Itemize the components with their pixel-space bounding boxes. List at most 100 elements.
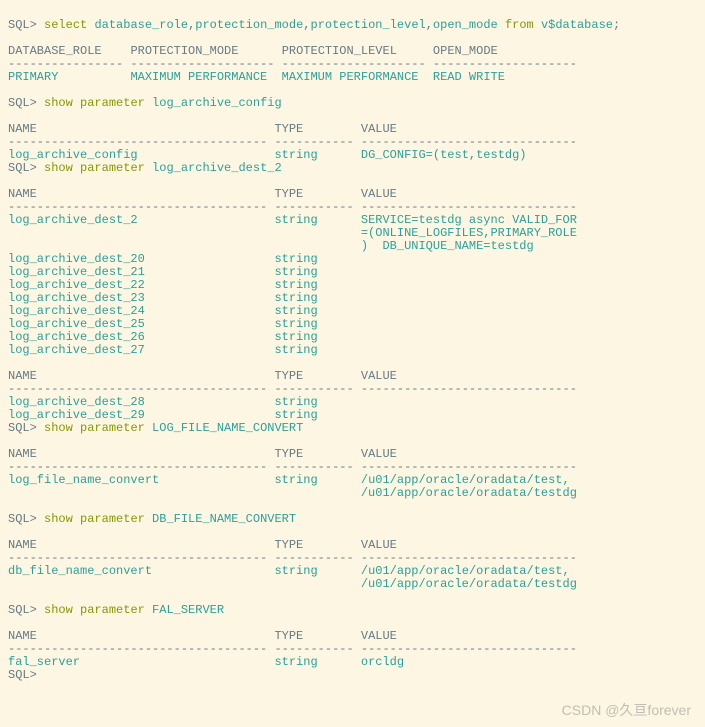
sql-keyword: show — [44, 421, 73, 435]
dash: ----------- — [274, 460, 360, 474]
dash: ----------- — [274, 642, 360, 656]
col-header: TYPE — [274, 538, 360, 552]
sql-keyword: parameter — [80, 512, 145, 526]
col: database_role — [94, 18, 188, 32]
dash: ----------- — [274, 135, 360, 149]
param-name: log_archive_dest_27 — [8, 343, 274, 357]
col-header: NAME — [8, 447, 274, 461]
param-name: log_archive_dest_21 — [8, 265, 274, 279]
dash: ------------------------------ — [361, 382, 577, 396]
param-target: LOG_FILE_NAME_CONVERT — [152, 421, 303, 435]
col-header: TYPE — [274, 122, 360, 136]
col-header: TYPE — [274, 187, 360, 201]
param-type: string — [274, 317, 360, 331]
param-value: ) DB_UNIQUE_NAME=testdg — [361, 239, 534, 253]
dash: ------------------------------------ — [8, 460, 274, 474]
sql-keyword: parameter — [80, 161, 145, 175]
param-name: log_archive_dest_20 — [8, 252, 274, 266]
param-type: string — [274, 265, 360, 279]
col: protection_level — [311, 18, 426, 32]
param-name: fal_server — [8, 655, 274, 669]
sql-keyword: parameter — [80, 421, 145, 435]
dash: ----------- — [274, 200, 360, 214]
param-name: log_archive_dest_28 — [8, 395, 274, 409]
param-name: log_archive_config — [8, 148, 274, 162]
dash: ------------------------------------ — [8, 200, 274, 214]
dash: -------------------- — [282, 57, 426, 71]
col-header: DATABASE_ROLE — [8, 44, 102, 58]
col: protection_mode — [195, 18, 303, 32]
dash: ------------------------------------ — [8, 382, 274, 396]
sql-prompt: SQL> — [8, 668, 37, 682]
param-value: DG_CONFIG=(test,testdg) — [361, 148, 527, 162]
col-header: TYPE — [274, 447, 360, 461]
col-header: NAME — [8, 369, 274, 383]
param-target: log_archive_config — [152, 96, 282, 110]
param-name: log_archive_dest_25 — [8, 317, 274, 331]
sql-keyword: show — [44, 603, 73, 617]
terminal-output: { "prompt": "SQL>", "cmd0": "select data… — [0, 0, 705, 727]
sql-keyword: select — [44, 18, 87, 32]
dash: ------------------------------ — [361, 642, 577, 656]
param-value: /u01/app/oracle/oradata/test, — [361, 473, 570, 487]
col-header: PROTECTION_LEVEL — [282, 44, 397, 58]
dash: ------------------------------ — [361, 551, 577, 565]
param-value: orcldg — [361, 655, 404, 669]
col-header: VALUE — [361, 629, 397, 643]
dash: ------------------------------------ — [8, 642, 274, 656]
param-type: string — [274, 213, 360, 227]
param-target: DB_FILE_NAME_CONVERT — [152, 512, 296, 526]
param-type: string — [274, 473, 360, 487]
param-type: string — [274, 148, 360, 162]
dash: ---------------- — [8, 57, 123, 71]
param-target: FAL_SERVER — [152, 603, 224, 617]
dash: ----------- — [274, 382, 360, 396]
param-type: string — [274, 655, 360, 669]
param-type: string — [274, 252, 360, 266]
sql-keyword: parameter — [80, 603, 145, 617]
param-type: string — [274, 395, 360, 409]
col-header: NAME — [8, 629, 274, 643]
col-header: NAME — [8, 538, 274, 552]
sql-prompt: SQL> — [8, 512, 37, 526]
sql-keyword: show — [44, 161, 73, 175]
param-type: string — [274, 343, 360, 357]
param-type: string — [274, 278, 360, 292]
param-name: db_file_name_convert — [8, 564, 274, 578]
cell: MAXIMUM PERFORMANCE — [282, 70, 419, 84]
dash: ------------------------------------ — [8, 551, 274, 565]
param-type: string — [274, 408, 360, 422]
param-name: log_archive_dest_26 — [8, 330, 274, 344]
sql-keyword: show — [44, 96, 73, 110]
param-target: log_archive_dest_2 — [152, 161, 282, 175]
col: open_mode — [433, 18, 498, 32]
param-name: log_archive_dest_29 — [8, 408, 274, 422]
param-name: log_archive_dest_2 — [8, 213, 274, 227]
param-value: SERVICE=testdg async VALID_FOR — [361, 213, 577, 227]
param-value: /u01/app/oracle/oradata/testdg — [361, 486, 577, 500]
col-header: NAME — [8, 187, 274, 201]
col-header: VALUE — [361, 369, 397, 383]
sql-prompt: SQL> — [8, 18, 37, 32]
sql-keyword: from — [505, 18, 534, 32]
dash: -------------------- — [130, 57, 274, 71]
cell: MAXIMUM PERFORMANCE — [130, 70, 267, 84]
col-header: VALUE — [361, 447, 397, 461]
sql-prompt: SQL> — [8, 96, 37, 110]
cell: PRIMARY — [8, 70, 58, 84]
param-name: log_archive_dest_23 — [8, 291, 274, 305]
param-type: string — [274, 291, 360, 305]
sql-prompt: SQL> — [8, 161, 37, 175]
param-type: string — [274, 564, 360, 578]
dash: ------------------------------ — [361, 200, 577, 214]
col-header: NAME — [8, 122, 274, 136]
col-header: TYPE — [274, 369, 360, 383]
dash: ----------- — [274, 551, 360, 565]
param-value: =(ONLINE_LOGFILES,PRIMARY_ROLE — [361, 226, 577, 240]
param-type: string — [274, 304, 360, 318]
col-header: VALUE — [361, 538, 397, 552]
sql-prompt: SQL> — [8, 603, 37, 617]
sql-keyword: parameter — [80, 96, 145, 110]
col-header: VALUE — [361, 187, 397, 201]
watermark: CSDN @久亘forever — [562, 704, 691, 717]
